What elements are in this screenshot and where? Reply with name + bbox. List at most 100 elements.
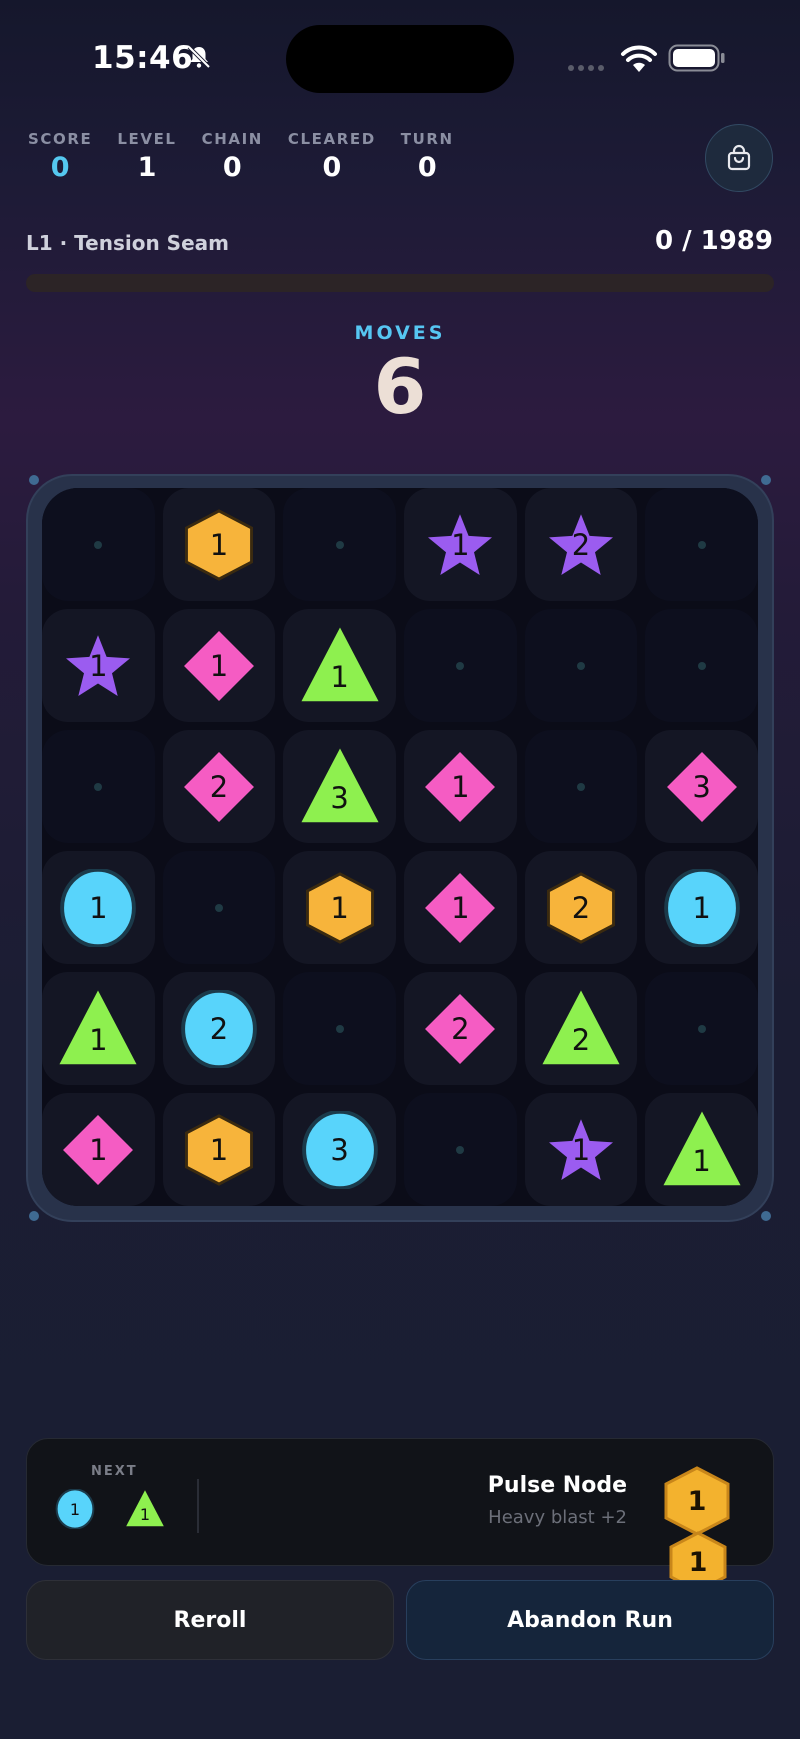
triangle-piece[interactable]: 1 bbox=[57, 988, 139, 1070]
stat-label: TURN bbox=[400, 130, 454, 148]
circle-piece[interactable]: 1 bbox=[663, 868, 741, 947]
diamond-piece[interactable]: 1 bbox=[60, 1112, 136, 1188]
board-cell[interactable]: 2 bbox=[403, 972, 517, 1085]
stat-value: 0 bbox=[50, 152, 70, 183]
triangle-piece[interactable]: 1 bbox=[299, 625, 381, 707]
abandon-run-button[interactable]: Abandon Run bbox=[406, 1580, 774, 1660]
diamond-piece[interactable]: 1 bbox=[422, 749, 498, 825]
diamond-piece[interactable]: 1 bbox=[181, 628, 257, 704]
board-cell[interactable]: 1 bbox=[645, 1093, 758, 1206]
piece-value: 1 bbox=[69, 1499, 81, 1519]
piece-value: 2 bbox=[571, 890, 591, 925]
hexagon-piece[interactable]: 1 bbox=[182, 1113, 256, 1187]
star-piece[interactable]: 1 bbox=[63, 631, 133, 701]
powerup-description: Heavy blast +2 bbox=[488, 1507, 627, 1528]
triangle-piece[interactable]: 2 bbox=[540, 988, 622, 1070]
board-cell[interactable]: 1 bbox=[42, 1093, 155, 1206]
corner-marker bbox=[761, 475, 771, 485]
shopping-bag-icon bbox=[727, 144, 751, 171]
board-cell[interactable]: 3 bbox=[645, 730, 758, 843]
board-cell[interactable]: 2 bbox=[524, 972, 638, 1085]
board-cell[interactable]: 1 bbox=[42, 851, 155, 964]
board-cell[interactable] bbox=[42, 488, 155, 601]
hexagon-piece[interactable]: 1 bbox=[182, 508, 256, 582]
empty-cell-dot bbox=[94, 782, 103, 791]
triangle-piece[interactable]: 1 bbox=[125, 1489, 165, 1529]
board-cell[interactable]: 2 bbox=[524, 851, 638, 964]
board-cell[interactable]: 1 bbox=[283, 609, 396, 722]
dynamic-island bbox=[286, 25, 514, 93]
board-cell[interactable] bbox=[283, 488, 396, 601]
wifi-icon bbox=[621, 45, 657, 72]
corner-marker bbox=[29, 475, 39, 485]
circle-piece[interactable]: 3 bbox=[301, 1110, 379, 1189]
board-cell[interactable]: 1 bbox=[162, 488, 276, 601]
board-cell[interactable] bbox=[645, 609, 758, 722]
piece-value: 1 bbox=[692, 1143, 711, 1178]
piece-value: 3 bbox=[692, 769, 711, 804]
diamond-piece[interactable]: 2 bbox=[181, 749, 257, 825]
board-cell[interactable] bbox=[403, 1093, 517, 1206]
piece-value: 3 bbox=[330, 1132, 349, 1167]
empty-cell-dot bbox=[697, 1024, 706, 1033]
battery-icon bbox=[668, 44, 725, 72]
board-cell[interactable]: 1 bbox=[524, 1093, 638, 1206]
board-cell[interactable]: 1 bbox=[162, 609, 276, 722]
empty-cell-dot bbox=[214, 903, 223, 912]
empty-cell-dot bbox=[94, 540, 103, 549]
hexagon-piece[interactable]: 1 bbox=[303, 871, 377, 945]
stat-level: LEVEL 1 bbox=[117, 130, 176, 183]
diamond-piece[interactable]: 1 bbox=[422, 870, 498, 946]
stat-turn: TURN 0 bbox=[401, 130, 454, 183]
empty-cell-dot bbox=[456, 661, 465, 670]
shop-button[interactable] bbox=[705, 124, 773, 192]
triangle-piece[interactable]: 1 bbox=[661, 1109, 743, 1191]
circle-piece[interactable]: 1 bbox=[59, 868, 137, 947]
board-cell[interactable]: 1 bbox=[283, 851, 396, 964]
powerup-badge[interactable]: 1 bbox=[662, 1465, 732, 1537]
board-cell[interactable] bbox=[524, 730, 638, 843]
board-cell[interactable]: 1 bbox=[42, 609, 155, 722]
stat-value: 0 bbox=[322, 152, 342, 183]
board-cell[interactable] bbox=[645, 972, 758, 1085]
board-cell[interactable] bbox=[524, 609, 638, 722]
board-cell[interactable]: 1 bbox=[42, 972, 155, 1085]
board-cell[interactable]: 1 bbox=[403, 488, 517, 601]
star-piece[interactable]: 1 bbox=[425, 510, 495, 580]
board-cell[interactable]: 1 bbox=[645, 851, 758, 964]
moves-value: 6 bbox=[373, 342, 427, 431]
star-piece[interactable]: 1 bbox=[546, 1115, 616, 1185]
triangle-piece[interactable]: 3 bbox=[299, 746, 381, 828]
board-cell[interactable]: 1 bbox=[403, 730, 517, 843]
piece-value: 1 bbox=[571, 1132, 591, 1167]
board-cell[interactable]: 3 bbox=[283, 730, 396, 843]
piece-value: 1 bbox=[89, 648, 108, 683]
powerup-badge-value: 1 bbox=[687, 1485, 707, 1517]
board-cell[interactable] bbox=[42, 730, 155, 843]
board-cell[interactable] bbox=[162, 851, 276, 964]
diamond-piece[interactable]: 2 bbox=[422, 991, 498, 1067]
empty-cell-dot bbox=[697, 661, 706, 670]
empty-cell-dot bbox=[335, 540, 344, 549]
board-cell[interactable]: 1 bbox=[403, 851, 517, 964]
board-cell[interactable]: 3 bbox=[283, 1093, 396, 1206]
board-cell[interactable] bbox=[403, 609, 517, 722]
piece-value: 1 bbox=[209, 1132, 229, 1167]
board-cell[interactable]: 2 bbox=[162, 730, 276, 843]
board-cell[interactable]: 2 bbox=[524, 488, 638, 601]
level-name: L1 · Tension Seam bbox=[26, 231, 229, 255]
board-cell[interactable] bbox=[645, 488, 758, 601]
board-cell[interactable] bbox=[283, 972, 396, 1085]
board-cell[interactable]: 2 bbox=[162, 972, 276, 1085]
piece-value: 2 bbox=[209, 1011, 229, 1046]
reroll-button[interactable]: Reroll bbox=[26, 1580, 394, 1660]
circle-piece[interactable]: 2 bbox=[180, 989, 258, 1068]
bell-muted-icon bbox=[187, 45, 211, 69]
stat-value: 1 bbox=[137, 152, 157, 183]
circle-piece[interactable]: 1 bbox=[55, 1489, 95, 1529]
star-piece[interactable]: 2 bbox=[546, 510, 616, 580]
board-cell[interactable]: 1 bbox=[162, 1093, 276, 1206]
diamond-piece[interactable]: 3 bbox=[664, 749, 740, 825]
piece-value: 1 bbox=[451, 890, 470, 925]
hexagon-piece[interactable]: 2 bbox=[544, 871, 618, 945]
